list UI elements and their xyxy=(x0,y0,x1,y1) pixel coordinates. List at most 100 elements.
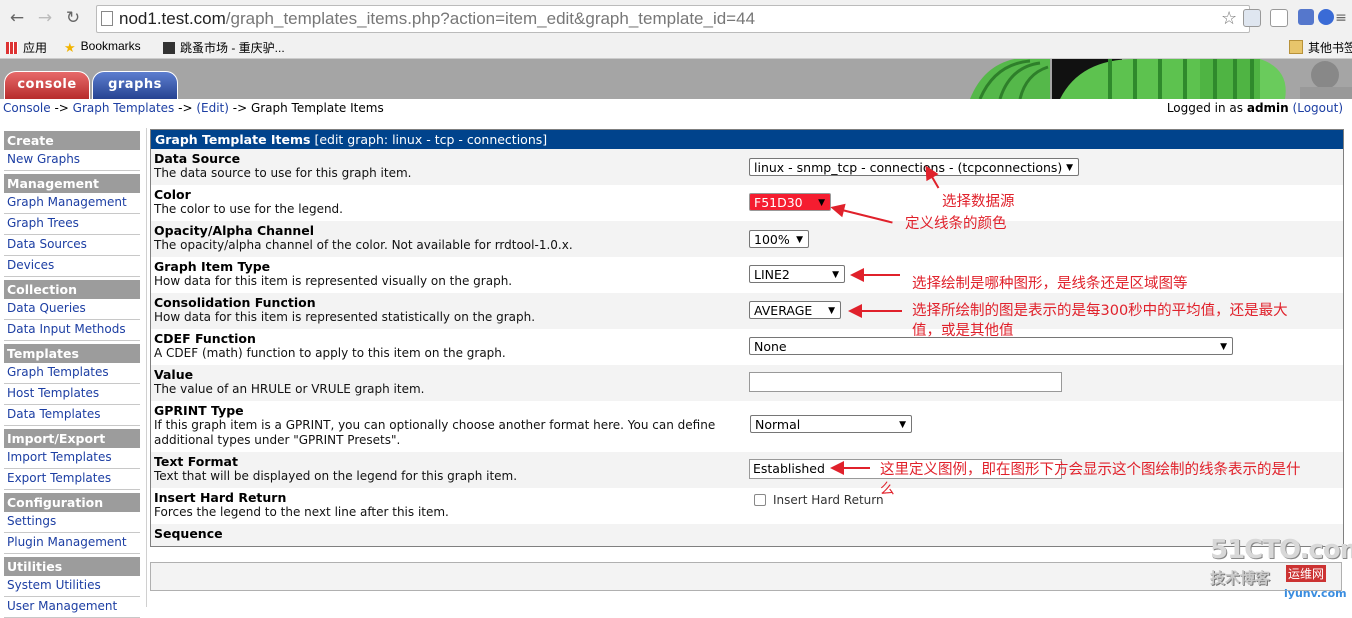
cactus-logo xyxy=(960,59,1352,99)
gprint-type-select[interactable]: Normal ▼ xyxy=(750,415,912,433)
checkbox-label: Insert Hard Return xyxy=(773,493,884,507)
tab-graphs[interactable]: graphs xyxy=(92,71,178,99)
annotation-text-format-line2: 么 xyxy=(880,482,895,498)
dropdown-arrow-icon: ▼ xyxy=(832,270,839,280)
consolidation-function-select[interactable]: AVERAGE ▼ xyxy=(749,301,841,319)
sidebar-heading-collection-methods: Collection Methods xyxy=(4,280,140,316)
annotation-color: 定义线条的颜色 xyxy=(905,216,1007,232)
sidebar-item-import-templates[interactable]: Import Templates xyxy=(4,448,140,469)
row-gprint-type: GPRINT Type If this graph item is a GPRI… xyxy=(151,401,1343,452)
sidebar-item-settings[interactable]: Settings xyxy=(4,512,140,533)
url-text: nod1.test.com/graph_templates_items.php?… xyxy=(119,9,755,29)
dropdown-arrow-icon: ▼ xyxy=(818,198,825,208)
select-value: F51D30 xyxy=(754,195,803,210)
forward-icon[interactable]: → xyxy=(34,7,56,29)
field-description: If this graph item is a GPRINT, you can … xyxy=(154,418,716,447)
sidebar-item-host-templates[interactable]: Host Templates xyxy=(4,384,140,405)
cacti-header: console graphs xyxy=(0,59,1352,99)
extension-blue-icon[interactable] xyxy=(1298,9,1314,25)
sidebar-item-new-graphs[interactable]: New Graphs xyxy=(4,150,140,171)
insert-hard-return-checkbox[interactable] xyxy=(754,494,766,506)
data-source-select[interactable]: linux - snmp_tcp - connections - (tcpcon… xyxy=(749,158,1079,176)
breadcrumb-sep: -> xyxy=(174,101,197,115)
watermark: 51CTO.com 技术博客 运维网 iyunv.com xyxy=(1208,535,1352,605)
watermark-tag: 运维网 xyxy=(1286,565,1327,582)
translate-icon[interactable] xyxy=(1243,9,1261,27)
reload-icon[interactable]: ↻ xyxy=(62,7,84,29)
breadcrumb-sep: -> xyxy=(228,101,251,115)
field-description: Text that will be displayed on the legen… xyxy=(154,469,518,483)
annotation-text-format-line1: 这里定义图例，即在图形下方会显示这个图绘制的线条表示的是什 xyxy=(880,462,1301,478)
bookmark-market[interactable]: 跳蚤市场 - 重庆驴... xyxy=(163,39,285,56)
login-prefix: Logged in as xyxy=(1166,101,1247,115)
sidebar-item-user-management[interactable]: User Management xyxy=(4,597,140,618)
form-subtitle: [edit graph: linux - tcp - connections] xyxy=(310,132,548,147)
sidebar-item-plugin-management[interactable]: Plugin Management xyxy=(4,533,140,554)
sidebar-item-graph-templates[interactable]: Graph Templates xyxy=(4,363,140,384)
star-icon[interactable]: ☆ xyxy=(1221,8,1237,29)
sidebar-item-data-sources[interactable]: Data Sources xyxy=(4,235,140,256)
field-label: Insert Hard Return xyxy=(154,490,287,505)
select-value: linux - snmp_tcp - connections - (tcpcon… xyxy=(754,160,1063,175)
bookmark-bookmarks[interactable]: ★ Bookmarks xyxy=(64,39,141,55)
sidebar-heading-configuration: Configuration xyxy=(4,493,140,512)
field-description: A CDEF (math) function to apply to this … xyxy=(154,346,506,360)
form-footer xyxy=(150,562,1342,591)
breadcrumb-current: Graph Template Items xyxy=(250,101,384,115)
watermark-text: 51CTO.com xyxy=(1210,535,1352,565)
sidebar-item-data-queries[interactable]: Data Queries xyxy=(4,299,140,320)
breadcrumb-graph-templates[interactable]: Graph Templates xyxy=(73,101,175,115)
opacity-select[interactable]: 100% ▼ xyxy=(749,230,809,248)
select-value: Normal xyxy=(755,417,801,432)
sidebar-heading-templates: Templates xyxy=(4,344,140,363)
breadcrumb-sep: -> xyxy=(50,101,73,115)
annotation-arrow xyxy=(850,268,900,282)
field-label: Data Source xyxy=(154,151,241,166)
breadcrumb-console[interactable]: Console xyxy=(3,101,51,115)
sidebar-item-graph-management[interactable]: Graph Management xyxy=(4,193,140,214)
back-icon[interactable]: ← xyxy=(6,7,28,29)
breadcrumb: Console -> Graph Templates -> (Edit) -> … xyxy=(0,99,1352,119)
sidebar-heading-import-export: Import/Export xyxy=(4,429,140,448)
value-input[interactable] xyxy=(749,372,1062,392)
bookmark-other[interactable]: 其他书签 xyxy=(1289,39,1352,56)
logout-link[interactable]: (Logout) xyxy=(1293,101,1343,115)
breadcrumb-edit[interactable]: (Edit) xyxy=(196,101,229,115)
graph-item-type-select[interactable]: LINE2 ▼ xyxy=(749,265,845,283)
sidebar-item-system-utilities[interactable]: System Utilities xyxy=(4,576,140,597)
field-label: Text Format xyxy=(154,454,238,469)
bookmark-apps[interactable]: 应用 xyxy=(6,39,47,56)
watermark-subtext: 技术博客 xyxy=(1210,569,1271,587)
sidebar-heading-create: Create xyxy=(4,131,140,150)
field-description: The color to use for the legend. xyxy=(154,202,343,216)
annotation-data-source: 选择数据源 xyxy=(942,194,1015,210)
tab-console[interactable]: console xyxy=(4,71,90,99)
page-icon xyxy=(101,11,113,26)
graph-item-form: Graph Template Items [edit graph: linux … xyxy=(150,129,1344,547)
sidebar-menu: Create New Graphs Management Graph Manag… xyxy=(0,128,147,618)
field-label: CDEF Function xyxy=(154,331,256,346)
color-select[interactable]: F51D30 ▼ xyxy=(749,193,831,211)
annotation-arrow xyxy=(830,461,870,475)
field-label: Opacity/Alpha Channel xyxy=(154,223,315,238)
bookmark-other-label: 其他书签 xyxy=(1308,41,1352,55)
sidebar-item-data-templates[interactable]: Data Templates xyxy=(4,405,140,426)
annotation-cf-line1: 选择所绘制的图是表示的是每300秒中的平均值，还是最大 xyxy=(912,303,1288,319)
star-icon: ★ xyxy=(64,40,76,55)
address-bar[interactable]: nod1.test.com/graph_templates_items.php?… xyxy=(96,5,1250,33)
form-title-text: Graph Template Items xyxy=(155,132,311,147)
dropdown-arrow-icon: ▼ xyxy=(899,420,906,430)
sidebar-heading-management: Management xyxy=(4,174,140,193)
bookmarks-bar: 应用 ★ Bookmarks 跳蚤市场 - 重庆驴... 其他书签 xyxy=(0,36,1352,59)
sidebar-item-devices[interactable]: Devices xyxy=(4,256,140,277)
select-value: AVERAGE xyxy=(754,303,813,318)
sidebar-heading-utilities: Utilities xyxy=(4,557,140,576)
row-cdef-function: CDEF Function A CDEF (math) function to … xyxy=(151,329,1343,365)
sidebar-item-graph-trees[interactable]: Graph Trees xyxy=(4,214,140,235)
sidebar-item-export-templates[interactable]: Export Templates xyxy=(4,469,140,490)
menu-icon[interactable]: ≡ xyxy=(1330,7,1352,29)
sidebar-item-data-input-methods[interactable]: Data Input Methods xyxy=(4,320,140,341)
extension-icon[interactable] xyxy=(1270,9,1288,27)
url-path: /graph_templates_items.php?action=item_e… xyxy=(225,9,756,28)
field-description: How data for this item is represented st… xyxy=(154,310,536,324)
